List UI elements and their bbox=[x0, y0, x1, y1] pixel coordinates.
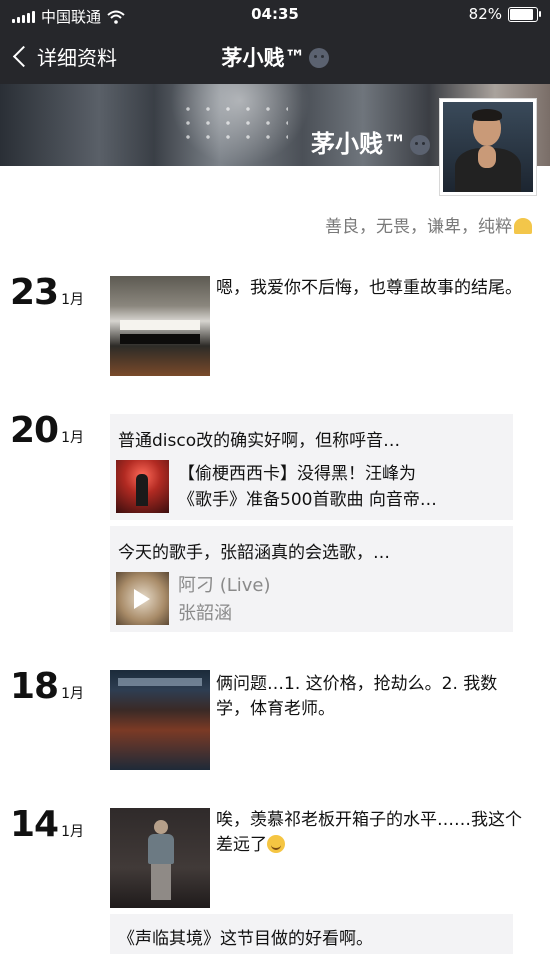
avatar[interactable] bbox=[439, 98, 537, 196]
battery-percent: 82% bbox=[468, 5, 502, 23]
grin-emoji-icon bbox=[267, 835, 285, 853]
date-month: 1月 bbox=[61, 686, 85, 702]
profile-signature: 善良，无畏，谦卑，纯粹 bbox=[325, 212, 532, 237]
song-title: 阿刁 (Live) bbox=[178, 575, 271, 596]
music-thumbnail bbox=[116, 572, 169, 625]
date-month: 1月 bbox=[61, 430, 85, 446]
post-photo[interactable] bbox=[110, 276, 210, 376]
post-text[interactable]: 唉，羡慕祁老板开箱子的水平……我这个差远了 bbox=[216, 808, 526, 858]
date-day: 20 bbox=[10, 410, 59, 451]
shared-link[interactable]: 【偷梗西西卡】没得黑！汪峰为 《歌手》准备500首歌曲 向音帝… bbox=[116, 460, 506, 516]
date-day: 14 bbox=[10, 804, 59, 845]
post-text: 《声临其境》这节目做的好看啊。 bbox=[118, 929, 373, 949]
play-icon[interactable] bbox=[134, 589, 150, 609]
post-text[interactable]: 嗯，我爱你不后悔，也尊重故事的结尾。 bbox=[216, 276, 526, 301]
post-photo[interactable] bbox=[110, 808, 210, 908]
cover-name-text: 茅小贱™ bbox=[311, 130, 407, 158]
page-title-text: 茅小贱™ bbox=[221, 46, 306, 70]
status-right: 82% bbox=[468, 5, 541, 23]
date-day: 18 bbox=[10, 666, 59, 707]
date-month: 1月 bbox=[61, 824, 85, 840]
nav-bar: 详细资料 茅小贱™ bbox=[0, 30, 550, 84]
song-artist: 张韶涵 bbox=[178, 603, 232, 624]
date-label: 20 1月 bbox=[10, 410, 84, 451]
page-title: 茅小贱™ bbox=[0, 42, 550, 72]
moon-emoji-icon bbox=[410, 135, 430, 155]
share-title: 【偷梗西西卡】没得黑！汪峰为 bbox=[178, 464, 416, 484]
status-time: 04:35 bbox=[251, 5, 299, 23]
text-post-card[interactable]: 《声临其境》这节目做的好看啊。 bbox=[110, 914, 513, 954]
post-text: 普通disco改的确实好啊，但称呼音… bbox=[118, 431, 401, 451]
pray-emoji-icon bbox=[514, 218, 532, 234]
shared-music[interactable]: 阿刁 (Live) 张韶涵 bbox=[116, 572, 506, 628]
moon-emoji-icon bbox=[308, 48, 329, 68]
cover-name: 茅小贱™ bbox=[311, 124, 430, 159]
status-bar: 中国联通 04:35 82% bbox=[0, 0, 550, 30]
date-label: 23 1月 bbox=[10, 272, 84, 313]
shared-music-card[interactable]: 今天的歌手，张韶涵真的会选歌，… 阿刁 (Live) 张韶涵 bbox=[110, 526, 513, 632]
shared-post-card[interactable]: 普通disco改的确实好啊，但称呼音… 【偷梗西西卡】没得黑！汪峰为 《歌手》准… bbox=[110, 414, 513, 520]
post-text[interactable]: 俩问题…1. 这价格，抢劫么。2. 我数学，体育老师。 bbox=[216, 672, 526, 722]
date-label: 14 1月 bbox=[10, 804, 84, 845]
share-title-line2: 《歌手》准备500首歌曲 向音帝… bbox=[178, 490, 437, 510]
post-photo[interactable] bbox=[110, 670, 210, 770]
date-label: 18 1月 bbox=[10, 666, 84, 707]
date-day: 23 bbox=[10, 272, 59, 313]
post-text-content: 唉，羡慕祁老板开箱子的水平……我这个差远了 bbox=[216, 810, 522, 855]
post-text: 今天的歌手，张韶涵真的会选歌，… bbox=[118, 543, 390, 563]
battery-icon bbox=[508, 6, 541, 22]
date-month: 1月 bbox=[61, 292, 85, 308]
share-thumbnail bbox=[116, 460, 169, 513]
signature-text: 善良，无畏，谦卑，纯粹 bbox=[325, 217, 512, 237]
